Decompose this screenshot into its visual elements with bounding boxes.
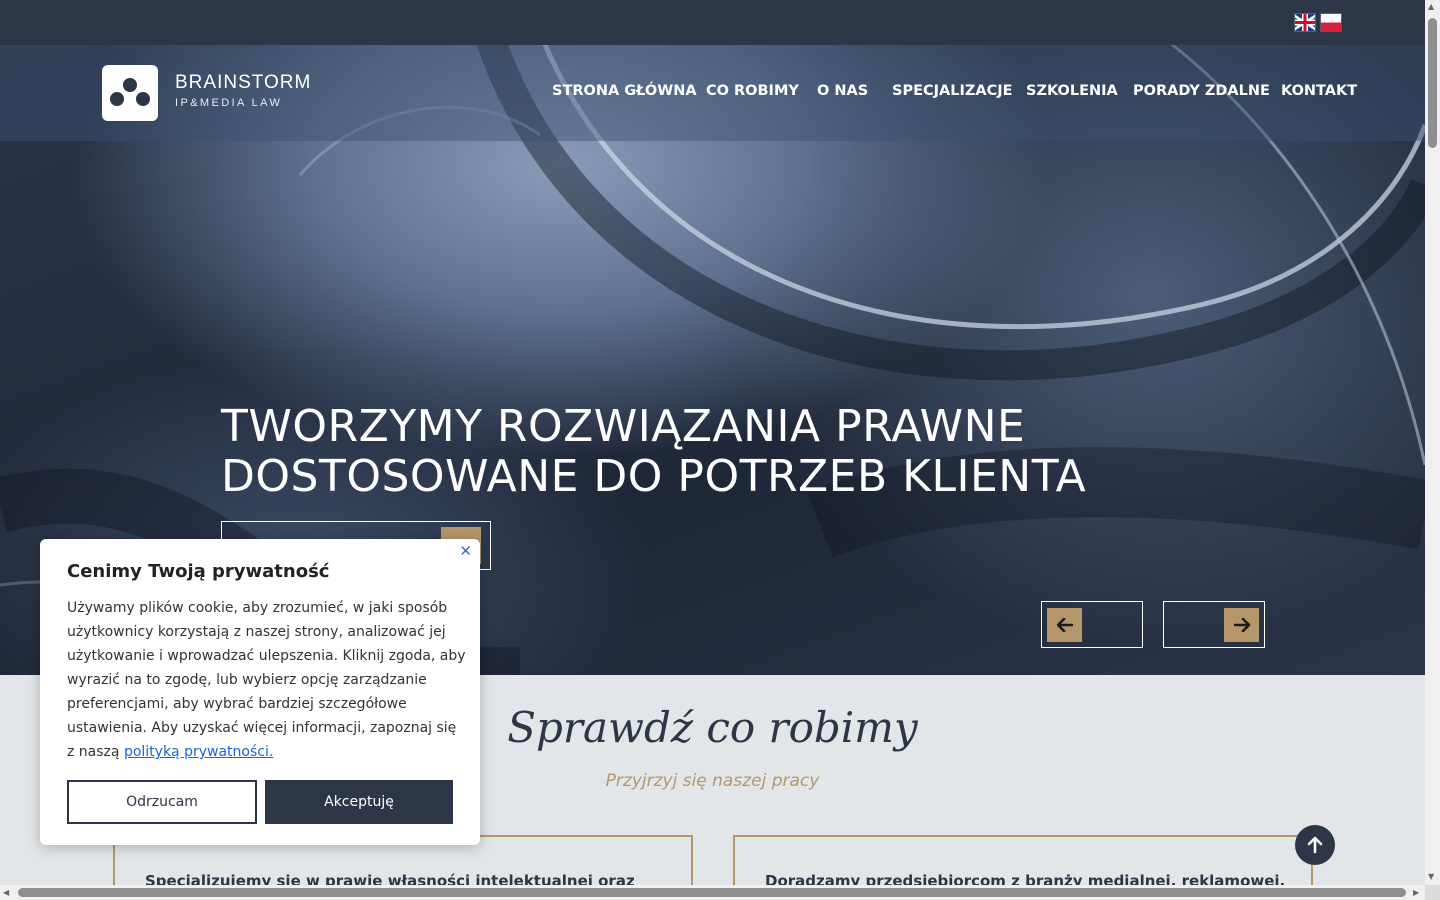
nav-contact[interactable]: KONTAKT <box>1281 83 1357 99</box>
top-bar <box>0 0 1425 45</box>
poland-flag-icon[interactable] <box>1320 13 1342 32</box>
nav-about[interactable]: O NAS <box>817 83 868 99</box>
uk-flag-icon[interactable] <box>1294 13 1316 32</box>
horizontal-scrollbar[interactable]: ◀ ▶ <box>0 885 1425 900</box>
scroll-to-top-button[interactable] <box>1295 825 1335 865</box>
accept-button[interactable]: Akceptuję <box>265 780 453 824</box>
vertical-scroll-thumb[interactable] <box>1428 18 1437 148</box>
hero-title-line1: TWORZYMY ROZWIĄZANIA PRAWNE <box>221 401 1026 452</box>
logo-dot <box>123 78 137 92</box>
slider-prev-button[interactable] <box>1041 601 1143 648</box>
reject-button[interactable]: Odrzucam <box>67 780 257 824</box>
nav-what-we-do[interactable]: CO ROBIMY <box>706 83 799 99</box>
horizontal-scroll-thumb[interactable] <box>18 888 1406 897</box>
arrow-left-icon <box>1047 608 1082 642</box>
scroll-left-arrow-icon[interactable]: ◀ <box>3 888 9 897</box>
nav-home[interactable]: STRONA GŁÓWNA <box>552 83 697 99</box>
cookie-title: Cenimy Twoją prywatność <box>67 561 330 582</box>
cookie-consent-banner: ✕ Cenimy Twoją prywatność Używamy plików… <box>40 539 480 845</box>
logo-name[interactable]: BRAINSTORM <box>175 72 311 94</box>
logo-subtitle: IP&MEDIA LAW <box>175 97 283 109</box>
cookie-body: Używamy plików cookie, aby zrozumieć, w … <box>67 600 466 760</box>
arrow-up-icon <box>1307 836 1323 854</box>
arrow-right-icon <box>1224 608 1259 642</box>
nav-remote-advice[interactable]: PORADY ZDALNE <box>1133 83 1270 99</box>
hero-title: TWORZYMY ROZWIĄZANIA PRAWNE DOSTOSOWANE … <box>221 402 1086 502</box>
nav-trainings[interactable]: SZKOLENIA <box>1026 83 1118 99</box>
scroll-down-arrow-icon[interactable]: ▼ <box>1428 872 1434 881</box>
nav-specializations[interactable]: SPECJALIZACJE <box>892 83 1013 99</box>
logo-dot <box>110 92 124 106</box>
logo[interactable] <box>102 65 158 121</box>
scroll-right-arrow-icon[interactable]: ▶ <box>1413 888 1419 897</box>
vertical-scrollbar[interactable]: ▲ ▼ <box>1425 0 1440 885</box>
slider-next-button[interactable] <box>1163 601 1265 648</box>
cookie-text: Używamy plików cookie, aby zrozumieć, w … <box>67 596 467 764</box>
scrollbar-corner <box>1425 885 1440 900</box>
hero-title-line2: DOSTOSOWANE DO POTRZEB KLIENTA <box>221 451 1087 502</box>
scroll-up-arrow-icon[interactable]: ▲ <box>1428 2 1434 11</box>
logo-dot <box>136 92 150 106</box>
privacy-policy-link[interactable]: polityką prywatności. <box>124 744 273 760</box>
close-icon[interactable]: ✕ <box>459 542 472 560</box>
